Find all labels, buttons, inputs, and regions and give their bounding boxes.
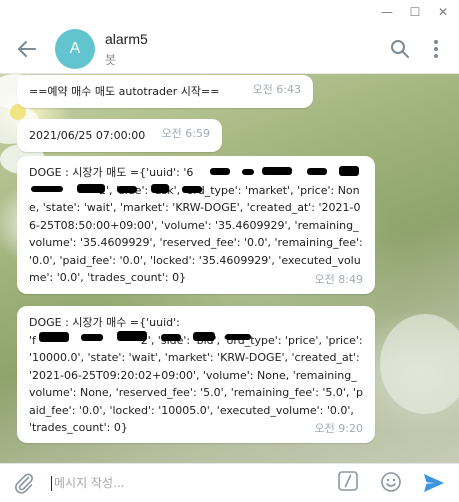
message-bubble[interactable]: DOGE : 시장가 매도 ={'uuid': '6 2', 'side': '… bbox=[17, 156, 375, 294]
chat-history[interactable]: ==예약 매수 매도 autotrader 시작== 오전 6:43 2021/… bbox=[0, 74, 459, 463]
redaction-mark bbox=[307, 168, 327, 175]
redaction-mark bbox=[117, 331, 147, 341]
redaction-mark bbox=[262, 167, 292, 175]
redaction-mark bbox=[161, 334, 181, 341]
message-bubble[interactable]: ==예약 매수 매도 autotrader 시작== 오전 6:43 bbox=[17, 75, 313, 108]
redaction-mark bbox=[182, 186, 202, 193]
message-composer bbox=[0, 463, 459, 502]
message-text: ==예약 매수 매도 autotrader 시작== bbox=[29, 85, 220, 98]
back-arrow-icon[interactable] bbox=[14, 36, 40, 62]
message-bubble[interactable]: DOGE : 시장가 매수 ={'uuid': 'f 2', 'side': '… bbox=[17, 306, 375, 443]
emoji-icon[interactable] bbox=[379, 470, 403, 494]
maximize-button[interactable]: ☐ bbox=[407, 5, 423, 19]
message-text: 2021/06/25 07:00:00 bbox=[29, 129, 146, 142]
avatar[interactable]: A bbox=[55, 29, 95, 69]
redaction-mark bbox=[39, 332, 69, 342]
close-window-button[interactable]: ✕ bbox=[435, 5, 451, 19]
message-time: 오전 6:59 bbox=[161, 126, 210, 140]
redaction-mark bbox=[81, 334, 103, 341]
wallpaper-petal bbox=[380, 314, 459, 414]
redaction-mark bbox=[77, 184, 105, 193]
chat-header: A alarm5 봇 bbox=[0, 26, 459, 74]
redaction-mark bbox=[117, 186, 137, 193]
redaction-mark bbox=[31, 186, 63, 192]
slash-command-icon[interactable] bbox=[337, 470, 359, 492]
minimize-button[interactable]: — bbox=[379, 5, 395, 19]
message-time: 오전 8:49 bbox=[314, 272, 363, 286]
redaction-mark bbox=[225, 334, 251, 340]
send-icon[interactable] bbox=[421, 470, 447, 496]
redaction-mark bbox=[339, 166, 359, 176]
redaction-mark bbox=[210, 168, 230, 175]
window-titlebar: — ☐ ✕ bbox=[0, 0, 459, 27]
message-time: 오전 6:43 bbox=[252, 82, 301, 96]
chat-title[interactable]: alarm5 bbox=[105, 31, 148, 47]
more-vertical-icon[interactable] bbox=[424, 37, 448, 61]
redaction-mark bbox=[242, 169, 254, 175]
chat-subtitle: 봇 bbox=[105, 53, 117, 67]
attach-paperclip-icon[interactable] bbox=[12, 471, 36, 495]
message-bubble[interactable]: 2021/06/25 07:00:00 오전 6:59 bbox=[17, 119, 222, 152]
message-time: 오전 9:20 bbox=[314, 421, 363, 435]
search-icon[interactable] bbox=[388, 37, 412, 61]
message-input[interactable] bbox=[46, 464, 334, 502]
message-text: DOGE : 시장가 매도 ={'uuid': '6 2', 'side': '… bbox=[29, 166, 363, 284]
redaction-mark bbox=[151, 184, 169, 193]
redaction-mark bbox=[193, 332, 215, 341]
